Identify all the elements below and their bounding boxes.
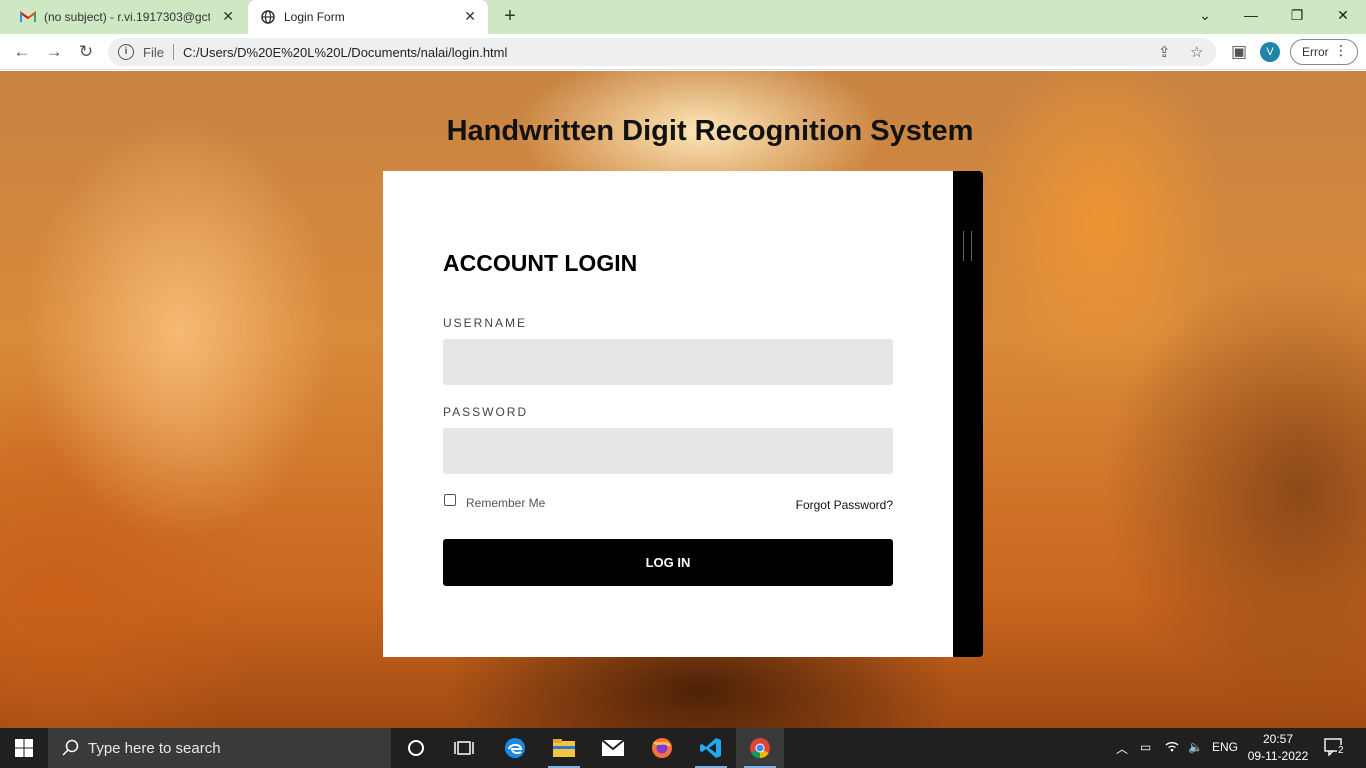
error-label: Error	[1302, 45, 1329, 59]
divider	[172, 44, 174, 60]
task-view-icon[interactable]	[440, 728, 488, 768]
info-icon[interactable]: i	[118, 44, 134, 60]
chevron-down-icon[interactable]: ⌄	[1190, 4, 1220, 28]
volume-icon[interactable]: 🔈	[1188, 740, 1203, 754]
language-indicator[interactable]: ENG	[1212, 740, 1238, 754]
edge-icon[interactable]	[491, 728, 539, 768]
tab-gmail[interactable]: (no subject) - r.vi.1917303@gct.ac ✕	[8, 0, 246, 34]
tab-title: (no subject) - r.vi.1917303@gct.ac	[44, 10, 210, 24]
forgot-password-link[interactable]: Forgot Password?	[796, 498, 893, 512]
avatar[interactable]: V	[1260, 42, 1280, 62]
close-icon[interactable]: ✕	[222, 9, 234, 23]
remember-me-label[interactable]: Remember Me	[466, 496, 545, 510]
tab-strip: (no subject) - r.vi.1917303@gct.ac ✕ Log…	[0, 0, 1366, 34]
search-placeholder: Type here to search	[88, 739, 221, 757]
remember-me-checkbox[interactable]	[444, 494, 456, 506]
restore-button[interactable]: ❐	[1282, 4, 1312, 28]
username-label: USERNAME	[443, 316, 528, 330]
battery-icon[interactable]: ▭	[1140, 740, 1151, 754]
sidebar-icon[interactable]: ▣	[1227, 40, 1251, 64]
share-icon[interactable]: ⇪	[1158, 43, 1171, 61]
search-icon	[62, 739, 79, 756]
windows-start-icon[interactable]	[0, 728, 48, 768]
close-window-button[interactable]: ✕	[1328, 4, 1358, 28]
error-button[interactable]: Error ⋮	[1290, 39, 1358, 65]
clock-date: 09-11-2022	[1247, 749, 1309, 763]
reload-icon[interactable]: ↻	[74, 40, 98, 64]
back-icon[interactable]: ←	[10, 40, 34, 64]
resize-grip-icon[interactable]	[963, 231, 972, 261]
page-title: Handwritten Digit Recognition System	[446, 115, 974, 147]
star-icon[interactable]: ☆	[1190, 43, 1203, 61]
page-background: Handwritten Digit Recognition System ACC…	[0, 71, 1366, 728]
login-button[interactable]: LOG IN	[443, 539, 893, 586]
menu-dots-icon[interactable]: ⋮	[1334, 42, 1348, 59]
password-input[interactable]	[443, 428, 893, 474]
url-text[interactable]: C:/Users/D%20E%20L%20L/Documents/nalai/l…	[183, 45, 507, 60]
chevron-up-icon[interactable]: ︿	[1116, 740, 1128, 757]
taskbar: Type here to search ︿ ▭ 🔈 ENG 20:57 09-1…	[0, 728, 1366, 768]
card-side-panel	[953, 171, 983, 657]
forward-icon[interactable]: →	[42, 40, 66, 64]
taskbar-search[interactable]: Type here to search	[48, 728, 391, 768]
login-card: ACCOUNT LOGIN USERNAME PASSWORD Remember…	[383, 171, 953, 657]
close-icon[interactable]: ✕	[464, 9, 476, 23]
tab-login-form[interactable]: Login Form ✕	[248, 0, 488, 34]
globe-icon	[260, 9, 276, 25]
chrome-icon[interactable]	[736, 728, 784, 768]
password-label: PASSWORD	[443, 405, 529, 419]
notification-icon[interactable]: 2	[1324, 738, 1345, 759]
vscode-icon[interactable]	[687, 728, 735, 768]
firefox-icon[interactable]	[638, 728, 686, 768]
scheme-label: File	[143, 44, 164, 60]
minimize-button[interactable]: —	[1236, 4, 1266, 28]
gmail-icon	[20, 9, 36, 25]
new-tab-button[interactable]: +	[499, 6, 521, 28]
notification-count: 2	[1337, 745, 1345, 756]
wifi-icon[interactable]	[1165, 740, 1179, 755]
clock[interactable]: 20:57 09-11-2022	[1244, 731, 1312, 765]
address-bar[interactable]: i File C:/Users/D%20E%20L%20L/Documents/…	[108, 38, 1216, 66]
username-input[interactable]	[443, 339, 893, 385]
form-heading: ACCOUNT LOGIN	[443, 250, 638, 276]
cortana-icon[interactable]	[392, 728, 440, 768]
browser-toolbar: ← → ↻ i File C:/Users/D%20E%20L%20L/Docu…	[0, 34, 1366, 70]
file-explorer-icon[interactable]	[540, 728, 588, 768]
mail-icon[interactable]	[589, 728, 637, 768]
clock-time: 20:57	[1262, 732, 1294, 746]
tab-title: Login Form	[284, 10, 345, 24]
